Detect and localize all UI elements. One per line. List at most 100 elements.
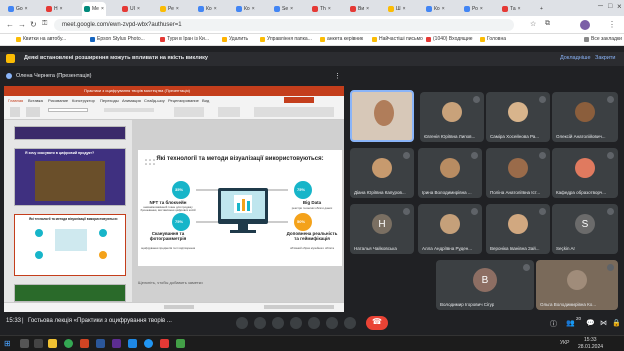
tab-close-icon[interactable]: × <box>290 6 293 12</box>
pp-menu-animation[interactable]: Анимация <box>122 98 141 103</box>
raise-hand-button[interactable] <box>290 317 302 329</box>
browser-tab[interactable]: Ш × <box>386 2 408 16</box>
pp-notes-button[interactable] <box>164 305 194 309</box>
menu-icon[interactable]: ⋮ <box>608 20 616 29</box>
font-select[interactable] <box>48 108 88 112</box>
url-input[interactable]: meet.google.com/ewn-zvpd-wbx?authuser=1 <box>54 19 514 31</box>
participant-tile[interactable]: Кафедра образотворч... <box>552 148 618 198</box>
back-icon[interactable]: ← <box>6 20 14 29</box>
maximize-icon[interactable]: □ <box>608 3 612 10</box>
pp-menu-draw[interactable]: Рисование <box>48 98 68 103</box>
slide-thumb-1[interactable] <box>14 126 126 140</box>
word-icon[interactable] <box>96 339 105 348</box>
present-button[interactable] <box>308 317 320 329</box>
powerpoint-icon[interactable] <box>80 339 89 348</box>
clock-date[interactable]: 28.01.2024 <box>578 344 603 350</box>
bookmark-item[interactable]: Удалить <box>222 36 248 42</box>
paste-icon[interactable] <box>10 107 20 117</box>
tab-close-icon[interactable]: × <box>480 6 483 12</box>
host-controls-icon[interactable]: 🔒 <box>612 319 621 327</box>
banner-close-link[interactable]: Закрити <box>595 55 616 61</box>
app-icon-2[interactable] <box>128 339 137 348</box>
profile-avatar[interactable] <box>580 20 590 30</box>
paragraph-tools[interactable] <box>104 108 154 112</box>
bookmark-item[interactable]: Управління папка... <box>260 36 312 42</box>
browser-tab[interactable]: Ко × <box>196 2 219 16</box>
browser-tab[interactable]: Go × <box>6 2 30 16</box>
bookmark-item[interactable]: Epson Stylus Photo... <box>90 36 145 42</box>
slide-thumb-4[interactable] <box>14 284 126 302</box>
participant-tile[interactable]: Ольга Володимирівна Ко... <box>536 260 618 310</box>
bookmark-item[interactable]: Головна <box>480 36 506 42</box>
chrome-icon[interactable] <box>64 339 73 348</box>
close-window-icon[interactable]: × <box>617 2 622 11</box>
pp-menu-review[interactable]: Рецензирование <box>168 98 199 103</box>
more-options-button[interactable] <box>344 317 356 329</box>
browser-tab[interactable]: Ко × <box>234 2 257 16</box>
minimize-icon[interactable]: ─ <box>598 3 603 10</box>
forward-icon[interactable]: → <box>18 20 26 29</box>
participant-tile[interactable]: Ірина Володимирівна ... <box>418 148 482 198</box>
windows-start-icon[interactable]: ⊞ <box>4 339 11 348</box>
browser-tab[interactable]: Н × <box>44 2 65 16</box>
browser-tab[interactable]: Ко × <box>424 2 447 16</box>
shapes-gallery[interactable] <box>174 107 204 117</box>
reload-icon[interactable]: ↻ <box>30 20 37 29</box>
bookmark-item[interactable]: Тури в Іран із Ки... <box>160 36 209 42</box>
presenter-video-tile[interactable] <box>350 90 414 142</box>
tab-close-icon[interactable]: × <box>137 6 140 12</box>
new-tab-icon[interactable]: + <box>538 2 545 16</box>
tab-close-icon[interactable]: × <box>214 6 217 12</box>
bookmark-item[interactable]: (1040) Входящие <box>426 36 473 42</box>
new-slide-icon[interactable] <box>26 107 40 117</box>
app-icon-4[interactable] <box>176 339 185 348</box>
pp-zoom-slider[interactable] <box>264 305 334 309</box>
tab-close-icon[interactable]: × <box>442 6 445 12</box>
participant-tile[interactable]: Олексій Анатолійович... <box>552 92 618 142</box>
extensions-icon[interactable]: ⧉ <box>545 20 550 28</box>
participant-tile[interactable]: Саміра Хосейнова Ра... <box>486 92 550 142</box>
browser-tab[interactable]: UI × <box>120 2 142 16</box>
presentation-more-icon[interactable]: ⋮ <box>334 72 341 80</box>
mic-button[interactable] <box>236 317 248 329</box>
pp-menu-file[interactable]: Главная <box>8 98 23 103</box>
explorer-icon[interactable] <box>48 339 57 348</box>
browser-tab[interactable]: Me × <box>82 2 106 16</box>
pp-menu-view[interactable]: Вид <box>202 98 209 103</box>
chat-icon[interactable]: 💬 <box>586 319 595 327</box>
browser-tab[interactable]: Ро × <box>462 2 485 16</box>
reactions-button[interactable] <box>326 317 338 329</box>
task-view-icon[interactable] <box>34 339 43 348</box>
app-icon-1[interactable] <box>112 339 121 348</box>
participant-tile[interactable]: Вероніка Іванівна Зай... <box>486 204 550 254</box>
arrange-tools[interactable] <box>218 107 240 117</box>
bookmark-item[interactable]: Все закладки <box>584 36 622 42</box>
tab-close-icon[interactable]: × <box>252 6 255 12</box>
bookmark-item[interactable]: анкета керівник <box>320 36 363 42</box>
activities-icon[interactable]: ⋈ <box>600 319 607 327</box>
browser-tab[interactable]: Та × <box>500 2 523 16</box>
browser-tab[interactable]: Тh × <box>310 2 333 16</box>
pp-present-button[interactable] <box>284 97 314 103</box>
participant-tile[interactable]: Поліна Анатоліївна Іст... <box>486 148 550 198</box>
telegram-icon[interactable] <box>144 339 153 348</box>
app-icon-3[interactable] <box>160 339 169 348</box>
participant-tile[interactable]: Алла Андріївна Руден... <box>418 204 482 254</box>
browser-tab[interactable]: Ви × <box>348 2 371 16</box>
tab-close-icon[interactable]: × <box>25 6 28 12</box>
tab-close-icon[interactable]: × <box>101 6 104 12</box>
people-icon[interactable]: 👥 <box>566 319 575 327</box>
participant-tile[interactable]: Н Наталья Чайковська <box>350 204 414 254</box>
tab-close-icon[interactable]: × <box>176 6 179 12</box>
search-icon[interactable] <box>20 339 29 348</box>
participant-tile[interactable]: S Seçkin Ar <box>552 204 618 254</box>
tab-close-icon[interactable]: × <box>403 6 406 12</box>
tab-close-icon[interactable]: × <box>366 6 369 12</box>
slide-thumb-2[interactable]: Я хочу скасувати в цифровий продукт? <box>14 148 126 206</box>
participant-tile[interactable]: Євгенія Юріївна Липов... <box>420 92 484 142</box>
pp-menu-transitions[interactable]: Переходы <box>100 98 119 103</box>
banner-details-link[interactable]: Докладніше <box>560 55 591 61</box>
participant-tile[interactable]: Діана Юріївна Капуров... <box>350 148 414 198</box>
camera-button[interactable] <box>254 317 266 329</box>
tab-close-icon[interactable]: × <box>328 6 331 12</box>
